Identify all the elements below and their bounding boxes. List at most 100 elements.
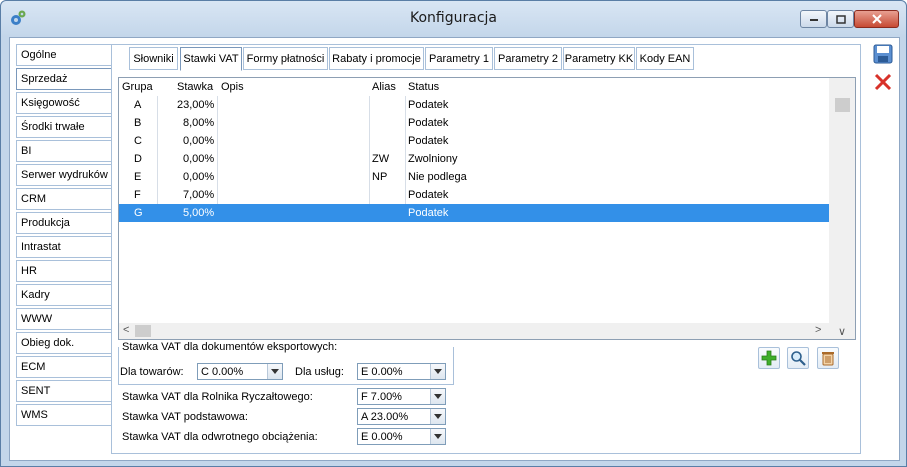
tab-label: Słowniki	[133, 53, 174, 65]
export-vat-group-title: Stawka VAT dla dokumentów eksportowych:	[120, 341, 340, 353]
nav-item-www[interactable]: WWW	[16, 308, 112, 330]
cell-grupa: F	[134, 189, 141, 201]
cell-grupa: B	[134, 117, 142, 129]
tab-label: Parametry 2	[498, 53, 558, 65]
maximize-button[interactable]	[827, 10, 854, 28]
column-header-opis[interactable]: Opis	[221, 81, 244, 93]
window: Konfiguracja Ogólne Sprzedaż Księgowość …	[0, 0, 907, 467]
nav-item-produkcja[interactable]: Produkcja	[16, 212, 112, 234]
nav-item-sent[interactable]: SENT	[16, 380, 112, 402]
cell-stawka: 0,00%	[183, 171, 215, 183]
tab-parametry-2[interactable]: Parametry 2	[494, 47, 562, 70]
cell-grupa: A	[134, 99, 142, 111]
nav-item-label: Ogólne	[21, 49, 57, 61]
nav-item-srodki-trwale[interactable]: Środki trwałe	[16, 116, 112, 138]
farmer-vat-label: Stawka VAT dla Rolnika Ryczałtowego:	[122, 391, 313, 403]
chevron-down-icon[interactable]	[430, 429, 445, 444]
tab-label: Parametry 1	[429, 53, 489, 65]
table-row[interactable]: F 7,00% Podatek	[119, 186, 829, 204]
nav-item-label: HR	[21, 265, 37, 277]
save-button[interactable]	[871, 42, 895, 66]
nav-item-label: SENT	[21, 385, 51, 397]
nav-item-label: WMS	[21, 409, 48, 421]
nav-item-ecm[interactable]: ECM	[16, 356, 112, 378]
nav-item-sprzedaz[interactable]: Sprzedaż	[16, 68, 118, 90]
vat-rates-table[interactable]: Grupa Stawka Opis Alias Status A 23,00% …	[118, 77, 856, 340]
table-row[interactable]: E 0,00% NP Nie podlega	[119, 168, 829, 186]
nav-item-ogolne[interactable]: Ogólne	[16, 44, 112, 66]
window-title: Konfiguracja	[409, 10, 497, 26]
tab-stawki-vat[interactable]: Stawki VAT	[180, 47, 242, 71]
scroll-down-arrow-icon[interactable]: ∨	[838, 325, 846, 338]
cell-status: Zwolniony	[408, 153, 458, 165]
tab-formy-platnosci[interactable]: Formy płatności	[243, 47, 328, 70]
nav-item-hr[interactable]: HR	[16, 260, 112, 282]
column-header-grupa[interactable]: Grupa	[122, 81, 153, 93]
goods-vat-value: C 0.00%	[201, 366, 244, 378]
cell-stawka: 8,00%	[183, 117, 215, 129]
cell-grupa: E	[134, 171, 142, 183]
services-label: Dla usług:	[295, 366, 344, 378]
nav-item-label: Produkcja	[21, 217, 70, 229]
chevron-down-icon[interactable]	[430, 409, 445, 424]
scroll-thumb[interactable]	[835, 98, 850, 112]
tab-kody-ean[interactable]: Kody EAN	[636, 47, 694, 70]
services-vat-value: E 0.00%	[361, 366, 403, 378]
add-button[interactable]	[758, 347, 780, 369]
tab-parametry-1[interactable]: Parametry 1	[425, 47, 493, 70]
basic-vat-value: A 23.00%	[361, 411, 409, 423]
cancel-button[interactable]	[871, 70, 895, 94]
nav-item-label: CRM	[21, 193, 47, 205]
column-header-stawka[interactable]: Stawka	[177, 81, 213, 93]
cell-grupa: G	[134, 207, 143, 219]
chevron-down-icon[interactable]	[267, 364, 282, 379]
chevron-down-icon[interactable]	[430, 364, 445, 379]
scroll-right-arrow-icon[interactable]: >	[815, 324, 821, 336]
vertical-scrollbar[interactable]: ∨	[829, 78, 855, 339]
nav-item-ksiegowosc[interactable]: Księgowość	[16, 92, 112, 114]
view-button[interactable]	[787, 347, 809, 369]
table-header: Grupa Stawka Opis Alias Status	[119, 78, 829, 96]
nav-item-crm[interactable]: CRM	[16, 188, 112, 210]
nav-item-intrastat[interactable]: Intrastat	[16, 236, 112, 258]
goods-label: Dla towarów:	[120, 366, 184, 378]
save-icon	[873, 44, 893, 64]
minimize-button[interactable]	[800, 10, 827, 28]
column-header-alias[interactable]: Alias	[372, 81, 396, 93]
tab-rabaty-i-promocje[interactable]: Rabaty i promocje	[329, 47, 424, 70]
table-row[interactable]: C 0,00% Podatek	[119, 132, 829, 150]
title-bar[interactable]: Konfiguracja	[1, 1, 906, 37]
column-header-status[interactable]: Status	[408, 81, 439, 93]
nav-item-bi[interactable]: BI	[16, 140, 112, 162]
nav-item-serwer-wydrukow[interactable]: Serwer wydruków	[16, 164, 112, 186]
plus-icon	[761, 350, 777, 366]
table-row[interactable]: B 8,00% Podatek	[119, 114, 829, 132]
cell-status: Podatek	[408, 135, 449, 147]
delete-button[interactable]	[817, 347, 839, 369]
tab-parametry-kk[interactable]: Parametry KK	[563, 47, 635, 70]
close-button[interactable]	[854, 10, 899, 28]
reverse-charge-vat-select[interactable]: E 0.00%	[357, 428, 446, 445]
horizontal-scrollbar[interactable]: < >	[119, 323, 829, 339]
table-row-selected[interactable]: G 5,00% Podatek	[119, 204, 829, 222]
nav-item-obieg-dok[interactable]: Obieg dok.	[16, 332, 112, 354]
nav-item-label: Księgowość	[21, 97, 80, 109]
services-vat-select[interactable]: E 0.00%	[357, 363, 446, 380]
nav-item-kadry[interactable]: Kadry	[16, 284, 112, 306]
chevron-down-icon[interactable]	[430, 389, 445, 404]
tab-slowniki[interactable]: Słowniki	[129, 47, 178, 70]
scroll-left-arrow-icon[interactable]: <	[123, 324, 129, 336]
goods-vat-select[interactable]: C 0.00%	[197, 363, 283, 380]
nav-item-label: Serwer wydruków	[21, 169, 108, 181]
nav-item-wms[interactable]: WMS	[16, 404, 112, 426]
basic-vat-select[interactable]: A 23.00%	[357, 408, 446, 425]
magnifier-icon	[791, 351, 806, 366]
table-row[interactable]: D 0,00% ZW Zwolniony	[119, 150, 829, 168]
table-row[interactable]: A 23,00% Podatek	[119, 96, 829, 114]
scroll-thumb[interactable]	[135, 325, 151, 337]
farmer-vat-select[interactable]: F 7.00%	[357, 388, 446, 405]
cell-stawka: 5,00%	[183, 207, 215, 219]
nav-item-label: ECM	[21, 361, 46, 373]
tab-label: Formy płatności	[246, 53, 325, 65]
reverse-charge-vat-value: E 0.00%	[361, 431, 403, 443]
